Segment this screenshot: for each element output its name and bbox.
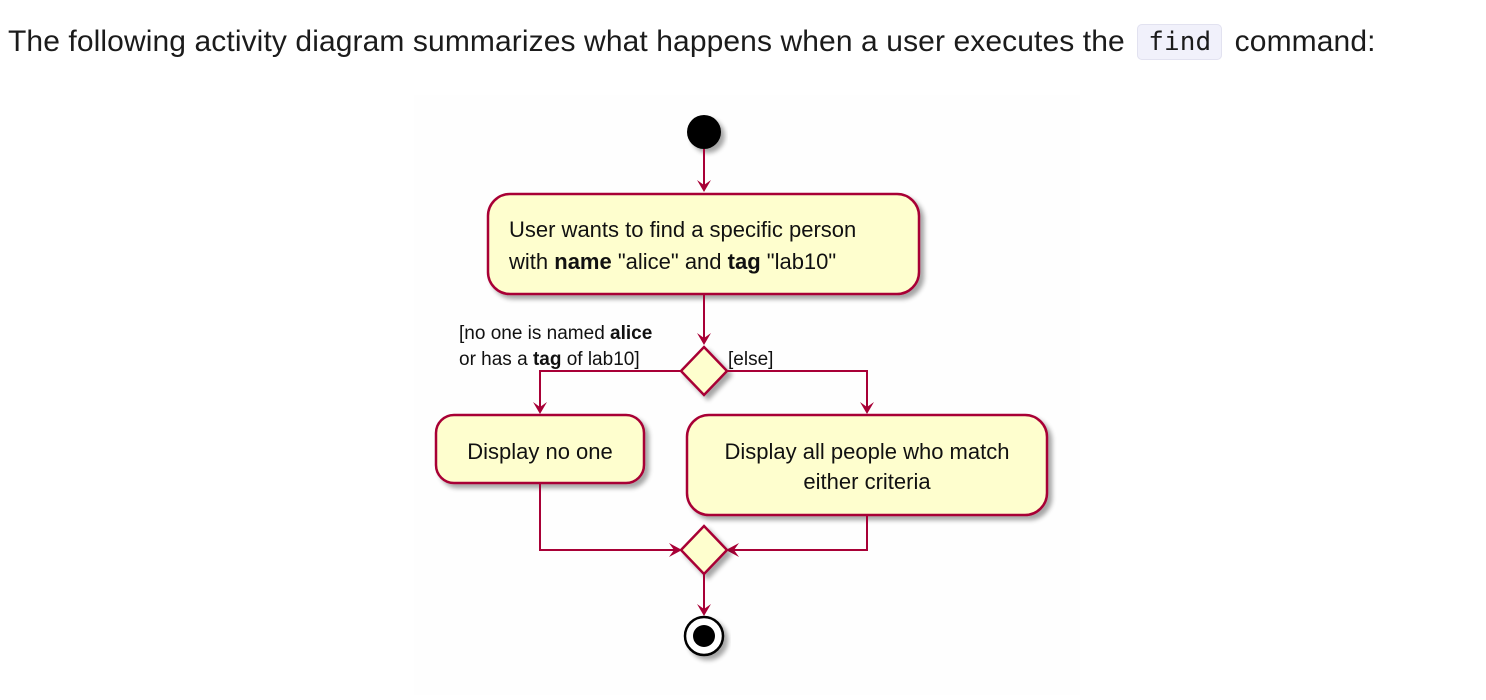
activity-find-person-line2: with name "alice" and tag "lab10" (508, 249, 836, 274)
activity-diagram-svg: User wants to find a specific person wit… (434, 115, 1049, 657)
activity-find-person-line1: User wants to find a specific person (509, 217, 856, 242)
activity-display-matches (685, 413, 1049, 517)
guard-right: [else] (728, 349, 773, 370)
activity-find-person (486, 192, 921, 296)
decision-node (679, 345, 729, 397)
find-command-code: find (1137, 24, 1223, 60)
end-node (683, 615, 725, 657)
activity-display-matches-line2: either criteria (803, 469, 931, 494)
activity-display-no-one-label: Display no one (467, 439, 613, 464)
activity-display-matches-line1: Display all people who match (725, 439, 1010, 464)
intro-text-after: command: (1226, 25, 1376, 58)
start-node (687, 115, 721, 149)
edge-left-to-merge (539, 484, 676, 551)
activity-diagram: User wants to find a specific person wit… (414, 95, 1080, 695)
edge-right-to-merge (732, 516, 868, 551)
guard-left-line2: or has a tag of lab10] (459, 349, 640, 370)
intro-text-before: The following activity diagram summarize… (8, 25, 1134, 58)
edge-decision-to-left (539, 370, 681, 409)
intro-paragraph: The following activity diagram summarize… (8, 18, 1376, 67)
guard-left-line1: [no one is named alice (459, 323, 652, 344)
edge-decision-to-right (727, 370, 868, 409)
merge-node (679, 524, 729, 576)
